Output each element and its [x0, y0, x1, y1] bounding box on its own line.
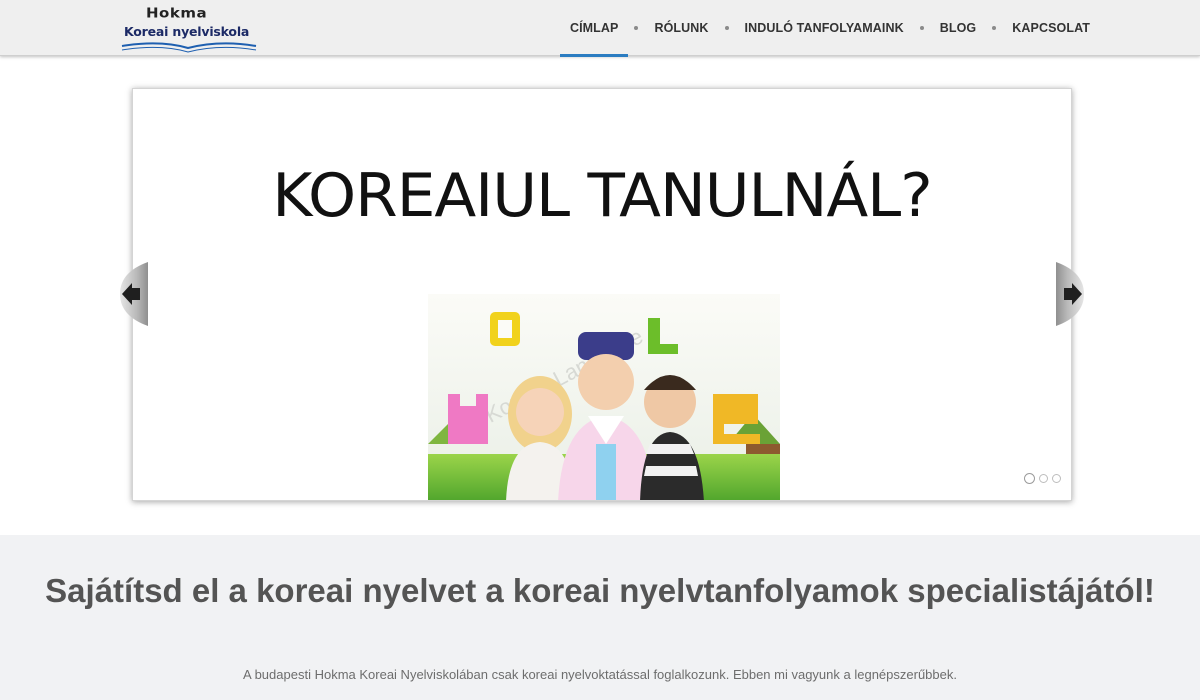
- nav-separator: [634, 26, 639, 30]
- nav-item-label: INDULÓ TANFOLYAMAINK: [744, 21, 904, 35]
- arrow-right-icon[interactable]: [1056, 262, 1086, 326]
- logo-line-2: Koreai nyelviskola: [124, 24, 250, 39]
- nav-item-blog[interactable]: BLOG: [930, 0, 987, 56]
- slide-headline: KOREAIUL TANULNÁL?: [272, 161, 932, 231]
- slider-pager: [1024, 473, 1061, 484]
- intro-section: Sajátítsd el a koreai nyelvet a koreai n…: [0, 535, 1200, 700]
- hero-slider[interactable]: KOREAIUL TANULNÁL? Korean Language: [132, 88, 1072, 501]
- site-header: Hokma Koreai nyelviskola CÍMLAP RÓLUNK I…: [0, 0, 1200, 57]
- intro-text: A budapesti Hokma Koreai Nyelviskolában …: [243, 667, 957, 682]
- nav-separator: [919, 26, 924, 30]
- nav-separator: [724, 26, 729, 30]
- arrow-left-icon[interactable]: [118, 262, 148, 326]
- nav-item-rolunk[interactable]: RÓLUNK: [644, 0, 718, 56]
- main-nav: CÍMLAP RÓLUNK INDULÓ TANFOLYAMAINK BLOG …: [559, 0, 1100, 57]
- nav-item-indulo-tanfolyamaink[interactable]: INDULÓ TANFOLYAMAINK: [735, 0, 914, 56]
- pager-dot[interactable]: [1039, 474, 1048, 483]
- nav-item-label: BLOG: [939, 21, 977, 35]
- site-logo[interactable]: Hokma Koreai nyelviskola: [120, 4, 260, 53]
- logo-book-swoosh-icon: [121, 42, 257, 53]
- slide-image-children: Korean Language: [428, 294, 780, 500]
- pager-dot[interactable]: [1024, 473, 1035, 484]
- nav-item-cimlap[interactable]: CÍMLAP: [559, 0, 629, 57]
- logo-line-1: Hokma: [146, 4, 208, 22]
- nav-separator: [992, 26, 997, 30]
- nav-item-kapcsolat[interactable]: KAPCSOLAT: [1002, 0, 1100, 56]
- nav-item-label: CÍMLAP: [569, 21, 619, 35]
- nav-item-label: RÓLUNK: [654, 21, 709, 35]
- pager-dot[interactable]: [1052, 474, 1061, 483]
- intro-title: Sajátítsd el a koreai nyelvet a koreai n…: [45, 572, 1155, 609]
- nav-item-label: KAPCSOLAT: [1012, 21, 1090, 35]
